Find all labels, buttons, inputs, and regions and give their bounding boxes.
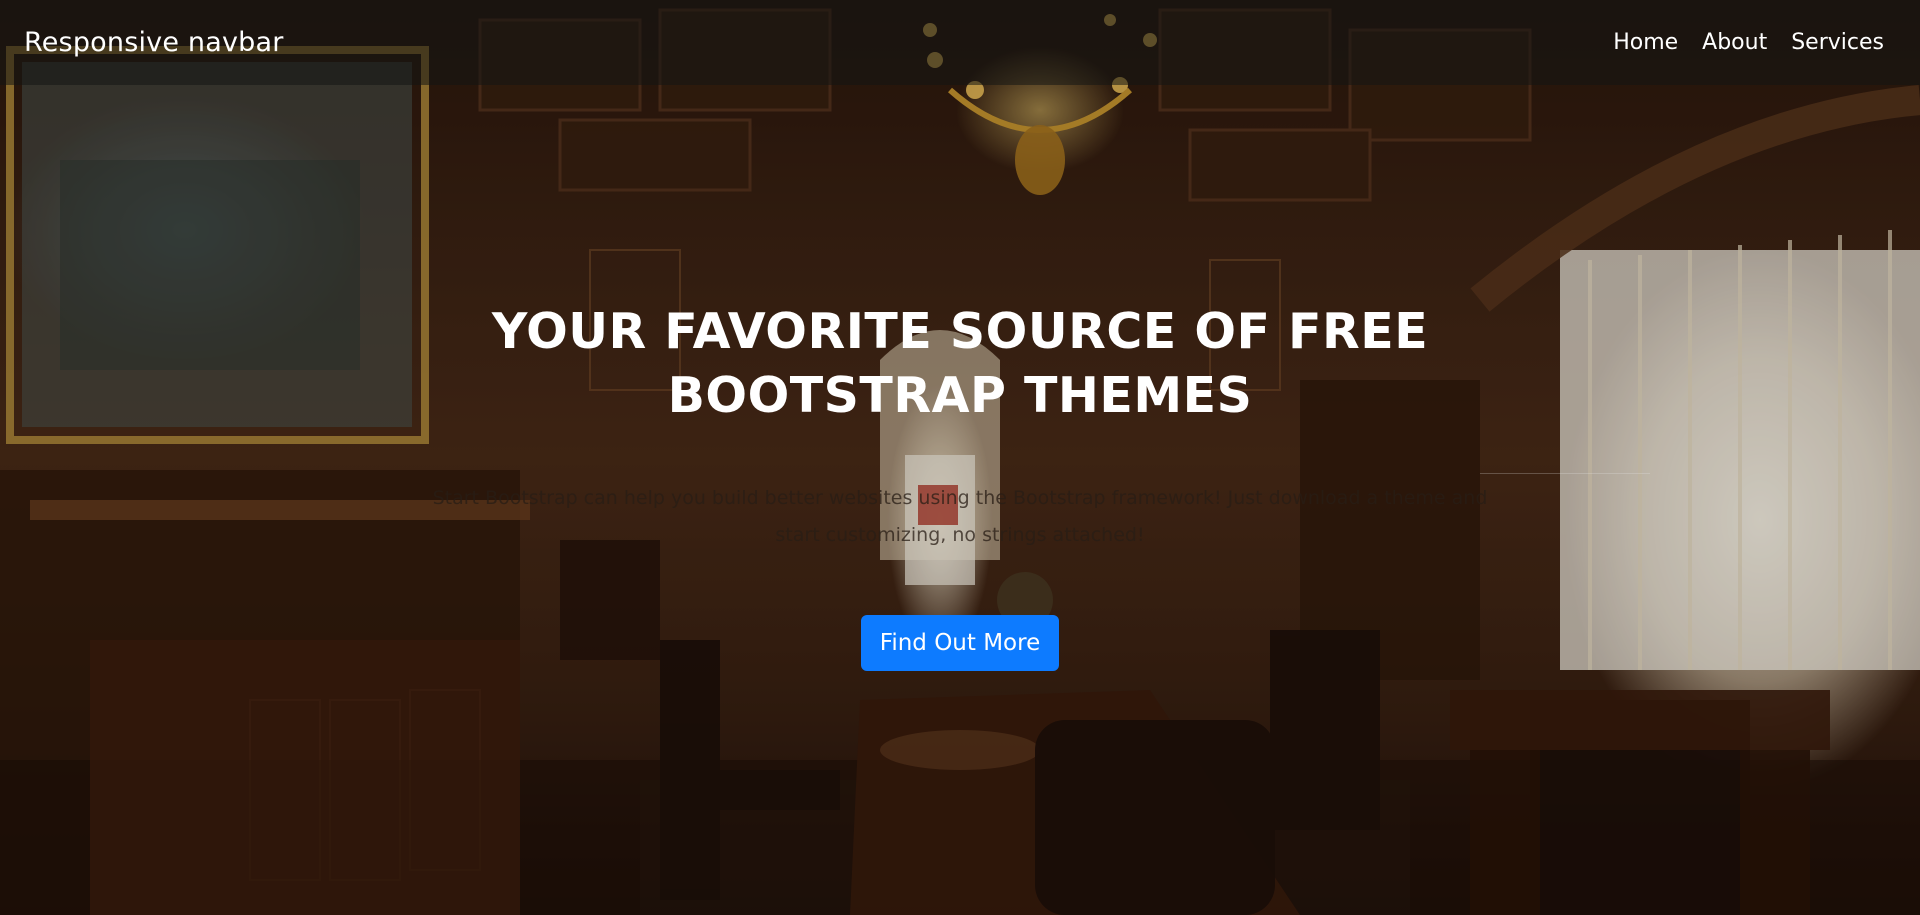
nav-link-about[interactable]: About (1702, 30, 1767, 55)
nav-link-home[interactable]: Home (1613, 30, 1678, 55)
masthead-subtitle: Start Bootstrap can help you build bette… (432, 487, 1488, 546)
divider (1480, 473, 1650, 474)
masthead-title: YOUR FAVORITE SOURCE OF FREE BOOTSTRAP T… (491, 303, 1429, 424)
find-out-more-button[interactable]: Find Out More (860, 615, 1060, 671)
nav-link-services[interactable]: Services (1791, 30, 1884, 55)
navbar: Responsive navbar Home About Services (0, 0, 1920, 85)
hero-section: Responsive navbar Home About Services YO… (0, 0, 1920, 915)
nav-links: Home About Services (1613, 30, 1884, 55)
masthead: YOUR FAVORITE SOURCE OF FREE BOOTSTRAP T… (0, 300, 1920, 671)
navbar-brand[interactable]: Responsive navbar (24, 27, 284, 58)
